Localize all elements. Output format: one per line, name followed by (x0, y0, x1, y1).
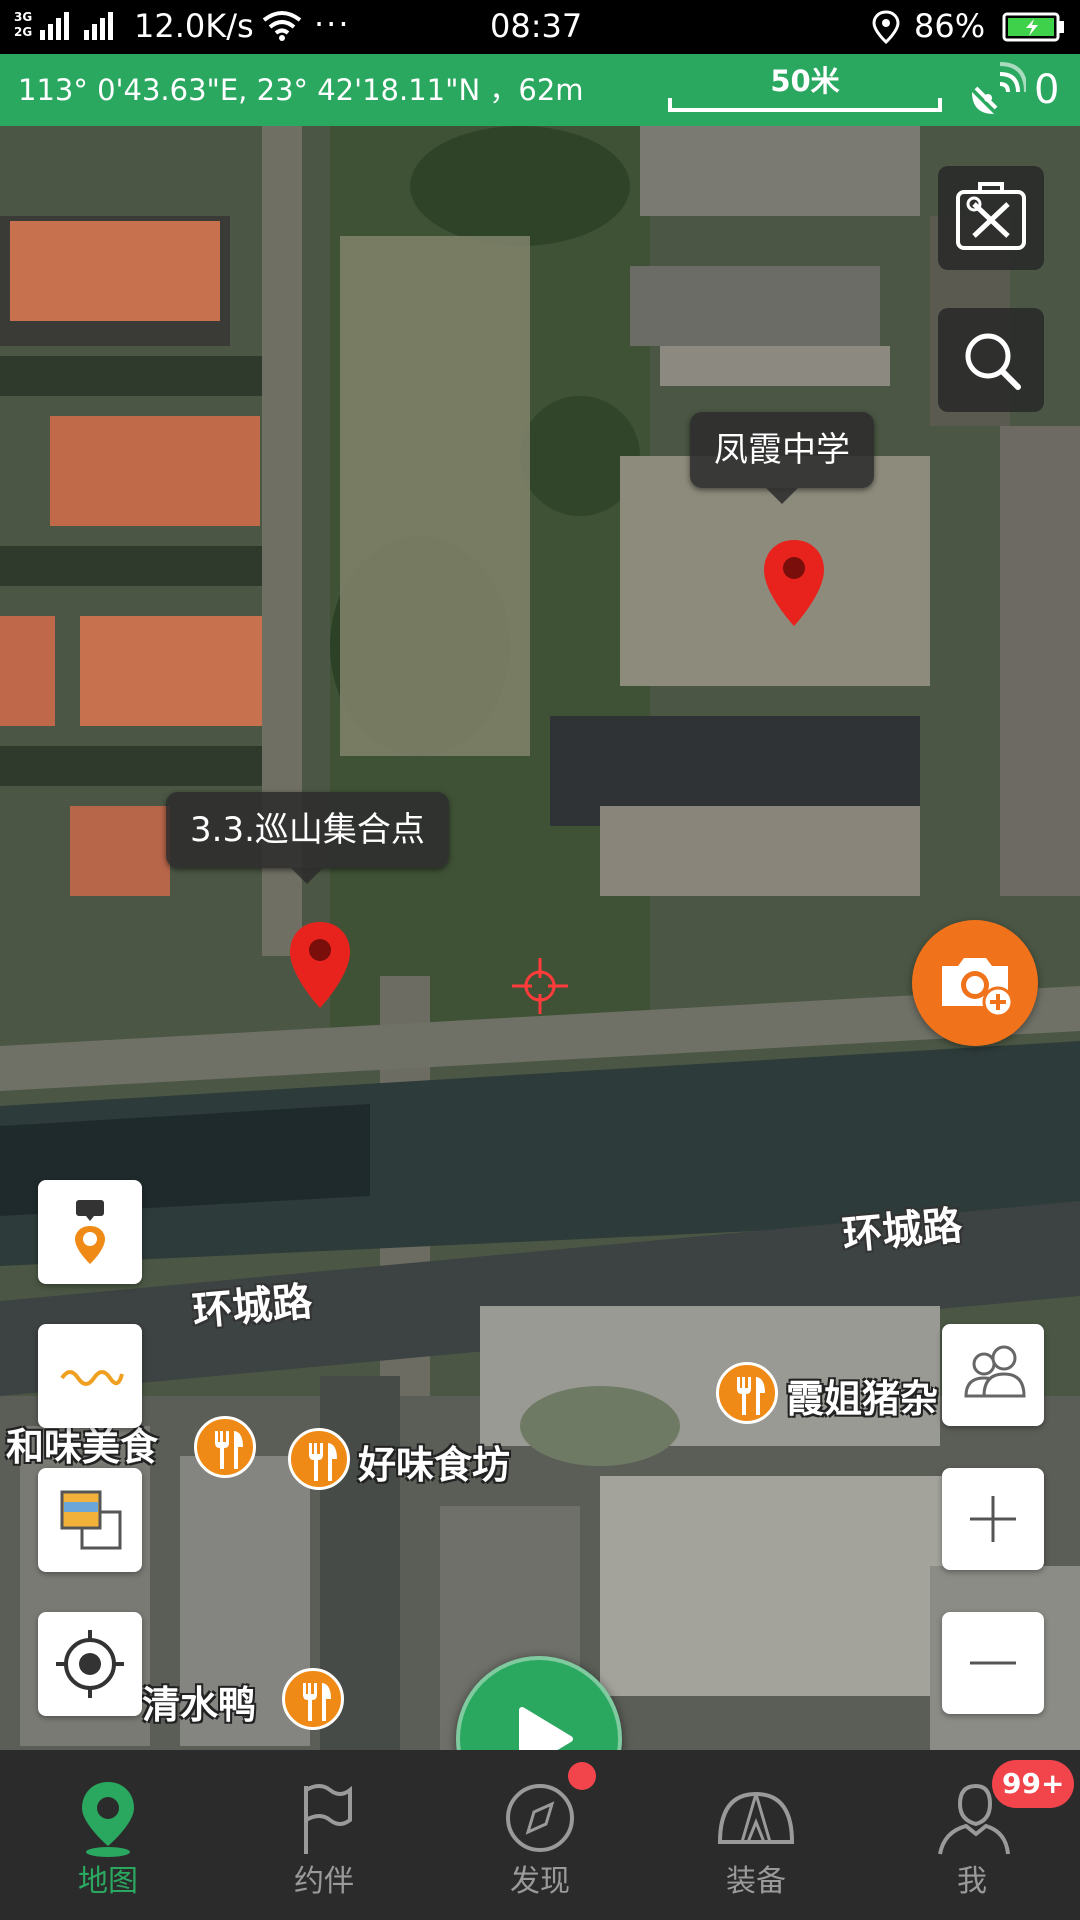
toolbox-button[interactable] (938, 166, 1044, 270)
battery-icon (1002, 12, 1064, 42)
bottom-navigation: 地图 约伴 发现 装备 99+ 我 (0, 1750, 1080, 1920)
scale-bar (668, 98, 942, 112)
network-type: 3G 2G (14, 10, 33, 39)
more-indicator: ··· (314, 5, 351, 43)
locate-button[interactable] (38, 1612, 142, 1716)
map-layers-button[interactable] (38, 1468, 142, 1572)
scale-label: 50米 (770, 64, 840, 98)
tab-discover[interactable]: 发现 (432, 1750, 648, 1920)
search-button[interactable] (938, 308, 1044, 412)
restaurant-icon[interactable] (194, 1416, 256, 1478)
layer-marker-button[interactable] (38, 1180, 142, 1284)
status-bar: 3G 2G 12.0K/s ··· 08:37 86% (0, 0, 1080, 54)
clock: 08:37 (490, 7, 583, 45)
satellite-count: 0 (1034, 67, 1060, 113)
satellite-map[interactable]: 凤霞中学 3.3.巡山集合点 环城路 环城路 霞姐猪杂 和味美食 好味食坊 清水… (0, 126, 1080, 1750)
coordinates-readout: 113° 0'43.63"E, 23° 42'18.11"N ，62m (18, 73, 584, 107)
marker-label: 凤霞中学 (714, 430, 850, 470)
tent-icon (717, 1791, 795, 1844)
play-icon (519, 1707, 573, 1750)
poi-label[interactable]: 霞姐猪杂 (786, 1368, 938, 1423)
map-pin-icon[interactable] (762, 538, 826, 628)
location-icon (872, 10, 900, 44)
notification-dot (568, 1762, 596, 1790)
net-speed: 12.0K/s (134, 7, 254, 45)
road-label: 环城路 (190, 1278, 315, 1336)
crosshair-icon (512, 958, 568, 1014)
tab-map[interactable]: 地图 (0, 1750, 216, 1920)
camera-icon (942, 958, 1014, 1018)
marker-label: 3.3.巡山集合点 (190, 810, 425, 850)
tab-me[interactable]: 99+ 我 (864, 1750, 1080, 1920)
flag-icon (304, 1784, 352, 1854)
zoom-out-button[interactable] (942, 1612, 1044, 1714)
map-layers-icon (60, 1490, 122, 1550)
tab-label: 我 (957, 1864, 987, 1899)
tab-companions[interactable]: 约伴 (216, 1750, 432, 1920)
compass-icon (506, 1784, 574, 1852)
location-info-bar: 113° 0'43.63"E, 23° 42'18.11"N ，62m 50米 … (0, 54, 1080, 126)
satellite-dish-icon[interactable] (966, 62, 1026, 118)
zoom-out-icon (970, 1661, 1016, 1665)
restaurant-icon[interactable] (282, 1668, 344, 1730)
poi-label[interactable]: 好味食坊 (358, 1434, 510, 1489)
layer-icon (75, 1200, 105, 1264)
locate-icon (56, 1630, 124, 1698)
toolbox-icon (956, 182, 1026, 250)
tab-gear[interactable]: 装备 (648, 1750, 864, 1920)
restaurant-icon[interactable] (288, 1428, 350, 1490)
search-icon (965, 333, 1021, 390)
map-pin-tab-icon (82, 1782, 134, 1857)
tab-label: 装备 (726, 1864, 786, 1899)
people-icon (964, 1345, 1026, 1398)
track-icon (60, 1370, 124, 1386)
tab-label: 发现 (510, 1864, 570, 1899)
zoom-in-icon (970, 1496, 1016, 1542)
road-label: 环城路 (840, 1202, 965, 1260)
camera-button[interactable] (912, 920, 1038, 1046)
marker-callout-school[interactable]: 凤霞中学 (690, 412, 874, 504)
people-button[interactable] (942, 1324, 1044, 1426)
wifi-icon (262, 11, 302, 41)
zoom-in-button[interactable] (942, 1468, 1044, 1570)
start-track-button[interactable] (456, 1656, 622, 1750)
poi-label[interactable]: 清水鸭 (142, 1674, 256, 1729)
marker-callout-meeting-point[interactable]: 3.3.巡山集合点 (166, 792, 449, 884)
battery-percent: 86% (914, 7, 986, 45)
signal-icon (40, 12, 113, 40)
map-pin-icon[interactable] (288, 920, 352, 1010)
notification-badge: 99+ (992, 1760, 1075, 1808)
tab-label: 约伴 (294, 1864, 354, 1899)
tab-label: 地图 (78, 1864, 138, 1899)
track-button[interactable] (38, 1324, 142, 1428)
restaurant-icon[interactable] (716, 1362, 778, 1424)
map-scale: 50米 (668, 62, 942, 114)
